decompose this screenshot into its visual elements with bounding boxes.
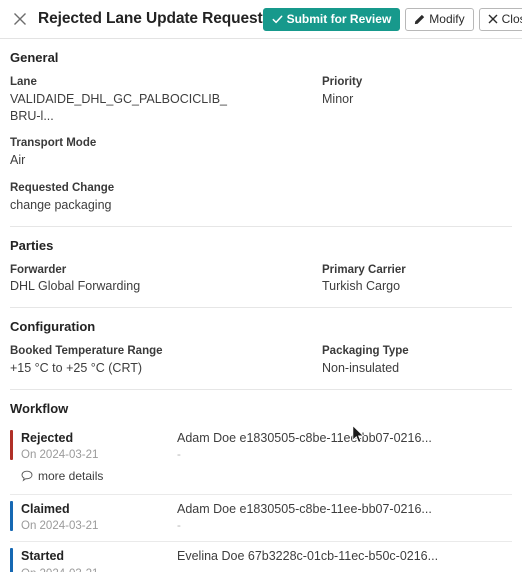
- workflow-item-right: Adam Doe e1830505-c8be-11ee-bb07-0216...…: [177, 430, 512, 487]
- workflow-item: Claimed On 2024-03-21 Adam Doe e1830505-c8…: [10, 495, 512, 543]
- field-value-priority: Minor: [322, 91, 354, 106]
- workflow-item: Started On 2024-03-21Evelina Doe 67b3228c…: [10, 542, 512, 572]
- more-details-label: more details: [38, 468, 104, 483]
- field-value-forwarder: DHL Global Forwarding: [10, 279, 141, 294]
- field-priority: Priority Minor: [322, 74, 522, 124]
- section-title-general: General: [10, 50, 59, 65]
- field-label-transport-mode: Transport Mode: [10, 137, 97, 150]
- workflow-date: On 2024-03-21: [21, 566, 177, 572]
- more-details-button[interactable]: more details: [21, 469, 103, 483]
- workflow-status-label: Started: [21, 549, 65, 564]
- field-row-transport-mode: Transport Mode Air: [10, 135, 512, 169]
- field-value-lane: VALIDAIDE_DHL_GC_PALBOCICLIB_BRU-l...: [10, 91, 227, 123]
- field-label-priority: Priority: [322, 76, 363, 88]
- field-booked-temperature-range: Booked Temperature Range +15 °C to +25 °…: [10, 343, 322, 377]
- workflow-actor: Evelina Doe 67b3228c-01cb-11ec-b50c-0216…: [177, 549, 439, 564]
- workflow-note: -: [177, 566, 512, 572]
- field-value-primary-carrier: Turkish Cargo: [322, 279, 401, 294]
- pencil-icon: [414, 14, 425, 25]
- comment-icon: [21, 470, 33, 482]
- field-label-requested-change: Requested Change: [10, 181, 115, 194]
- close-button[interactable]: Close: [478, 7, 522, 31]
- field-row-lane-priority: Lane VALIDAIDE_DHL_GC_PALBOCICLIB_BRU-l.…: [10, 74, 512, 124]
- workflow-note: -: [177, 520, 181, 533]
- field-value-booked-temperature-range: +15 °C to +25 °C (CRT): [10, 360, 143, 375]
- close-icon: [488, 14, 498, 24]
- workflow-status-label: Claimed: [21, 501, 70, 516]
- field-label-forwarder: Forwarder: [10, 263, 67, 276]
- field-label-primary-carrier: Primary Carrier: [322, 263, 406, 276]
- field-requested-change: Requested Change change packaging: [10, 180, 322, 214]
- modify-button[interactable]: Modify: [405, 7, 474, 31]
- workflow-list: Rejected On 2024-03-21 more details Adam Do…: [10, 424, 512, 572]
- workflow-status-label: Rejected: [21, 430, 74, 445]
- submit-for-review-label: Submit for Review: [286, 12, 392, 26]
- header-actions: Submit for Review Modify Close: [262, 7, 522, 31]
- section-configuration: Configuration Booked Temperature Range +…: [10, 308, 512, 377]
- field-forwarder: Forwarder DHL Global Forwarding: [10, 262, 322, 296]
- field-lane: Lane VALIDAIDE_DHL_GC_PALBOCICLIB_BRU-l.…: [10, 74, 322, 124]
- workflow-item: Rejected On 2024-03-21 more details Adam Do…: [10, 424, 512, 495]
- workflow-date: On 2024-03-21: [21, 448, 99, 461]
- section-title-configuration: Configuration: [10, 319, 96, 335]
- workflow-item-right: Adam Doe e1830505-c8be-11ee-bb07-0216...…: [177, 501, 512, 534]
- field-value-packaging-type: Non-insulated: [322, 360, 400, 375]
- field-label-booked-temperature-range: Booked Temperature Range: [10, 345, 163, 358]
- workflow-date: On 2024-03-21: [21, 520, 99, 533]
- close-label: Close: [501, 12, 522, 26]
- workflow-item-left: Rejected On 2024-03-21 more details: [21, 430, 177, 487]
- workflow-item-right: Evelina Doe 67b3228c-01cb-11ec-b50c-0216…: [177, 548, 512, 572]
- workflow-item-left: Claimed On 2024-03-21: [21, 501, 177, 534]
- section-workflow: Workflow Rejected On 2024-03-21 more detai…: [10, 390, 512, 572]
- field-value-requested-change: change packaging: [10, 197, 112, 212]
- workflow-item-left: Started On 2024-03-21: [21, 548, 177, 572]
- dialog-header: Rejected Lane Update Request Submit for …: [0, 0, 522, 39]
- close-icon[interactable]: [9, 8, 31, 30]
- modify-label: Modify: [429, 12, 465, 26]
- field-label-lane: Lane: [10, 76, 37, 88]
- section-title-parties: Parties: [10, 237, 54, 253]
- section-parties: Parties Forwarder DHL Global Forwarding …: [10, 227, 512, 296]
- page-title: Rejected Lane Update Request: [38, 10, 263, 27]
- field-primary-carrier: Primary Carrier Turkish Cargo: [322, 262, 522, 296]
- workflow-note: -: [177, 448, 181, 461]
- workflow-status-bar: [10, 429, 13, 460]
- check-icon: [272, 14, 283, 25]
- section-title-workflow: Workflow: [10, 400, 69, 416]
- field-transport-mode: Transport Mode Air: [10, 135, 322, 169]
- workflow-actor: Adam Doe e1830505-c8be-11ee-bb07-0216...: [177, 430, 432, 445]
- field-label-packaging-type: Packaging Type: [322, 345, 409, 358]
- field-row-parties: Forwarder DHL Global Forwarding Primary …: [10, 262, 512, 296]
- field-packaging-type: Packaging Type Non-insulated: [322, 343, 522, 377]
- section-general: General Lane VALIDAIDE_DHL_GC_PALBOCICLI…: [10, 39, 512, 214]
- workflow-status-bar: [10, 548, 13, 572]
- submit-for-review-button[interactable]: Submit for Review: [262, 7, 401, 31]
- dialog-body: General Lane VALIDAIDE_DHL_GC_PALBOCICLI…: [0, 39, 522, 572]
- field-value-transport-mode: Air: [10, 153, 26, 168]
- field-row-configuration: Booked Temperature Range +15 °C to +25 °…: [10, 343, 512, 377]
- field-row-requested-change: Requested Change change packaging: [10, 180, 512, 214]
- workflow-status-bar: [10, 500, 13, 531]
- workflow-actor: Adam Doe e1830505-c8be-11ee-bb07-0216...: [177, 501, 432, 516]
